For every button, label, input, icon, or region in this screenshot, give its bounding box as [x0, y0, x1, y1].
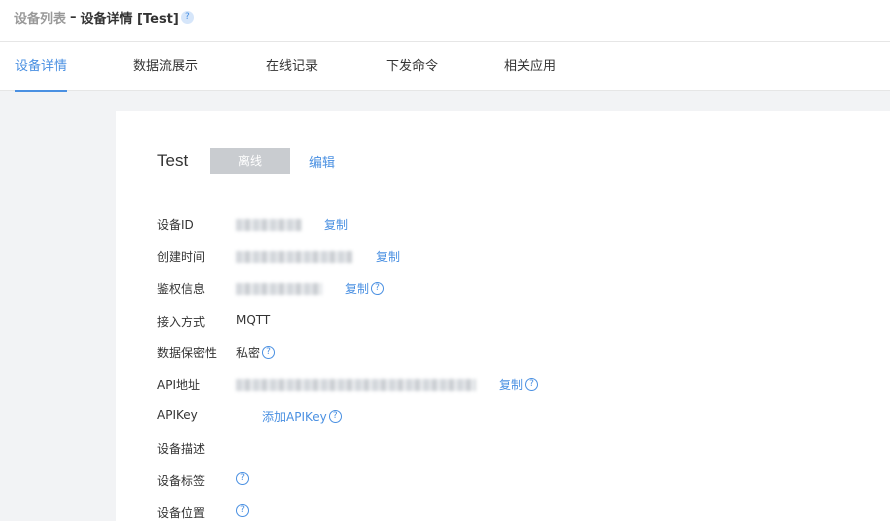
tab-bar: 设备详情 数据流展示 在线记录 下发命令 相关应用: [0, 42, 890, 92]
tab-related-apps[interactable]: 相关应用: [504, 42, 556, 91]
created-time-redacted: [236, 250, 352, 263]
breadcrumb-current-page: 设备详情 [Test]: [80, 12, 179, 27]
created-time-value: 复制: [236, 248, 400, 265]
description-label: 设备描述: [157, 442, 206, 456]
api-key-label: APIKey: [157, 408, 198, 422]
access-method-value: MQTT: [236, 313, 270, 327]
tab-online-records[interactable]: 在线记录: [266, 42, 318, 91]
access-method-label: 接入方式: [157, 315, 206, 329]
breadcrumb-device-list-link[interactable]: 设备列表: [14, 8, 66, 27]
breadcrumb: 设备列表 – 设备详情 [Test] ?: [14, 8, 194, 27]
device-id-redacted: [236, 218, 302, 231]
help-icon[interactable]: ?: [180, 11, 194, 24]
tab-device-details[interactable]: 设备详情: [15, 42, 68, 92]
api-address-help-icon[interactable]: ?: [525, 378, 539, 391]
api-address-label: API地址: [157, 378, 200, 392]
tags-help-icon[interactable]: ?: [236, 472, 249, 485]
edit-link[interactable]: 编辑: [309, 152, 335, 171]
copy-api-address-button[interactable]: 复制: [499, 376, 523, 393]
auth-info-redacted: [236, 282, 322, 295]
device-id-value: 复制: [236, 216, 348, 233]
data-privacy-label: 数据保密性: [157, 346, 218, 360]
auth-info-label: 鉴权信息: [157, 282, 206, 296]
api-address-value: 复制 ?: [236, 376, 539, 393]
status-badge: 离线: [210, 148, 290, 174]
tags-value: ?: [236, 472, 249, 485]
api-key-help-icon[interactable]: ?: [328, 410, 342, 423]
tab-send-command[interactable]: 下发命令: [386, 42, 438, 91]
auth-info-value: 复制 ?: [236, 280, 385, 297]
device-id-label: 设备ID: [157, 218, 194, 232]
add-api-key-button[interactable]: 添加APIKey: [262, 408, 327, 425]
top-bar: 设备列表 – 设备详情 [Test] ?: [0, 0, 890, 42]
created-time-label: 创建时间: [157, 250, 206, 264]
access-method-text: MQTT: [236, 313, 271, 327]
location-help-icon[interactable]: ?: [236, 504, 249, 517]
auth-info-help-icon[interactable]: ?: [371, 282, 385, 295]
api-address-redacted: [236, 378, 476, 391]
copy-auth-info-button[interactable]: 复制: [345, 280, 369, 297]
tab-data-streams[interactable]: 数据流展示: [133, 42, 198, 91]
tags-label: 设备标签: [157, 474, 206, 488]
location-label: 设备位置: [157, 506, 206, 520]
data-privacy-help-icon[interactable]: ?: [262, 346, 276, 359]
data-privacy-text: 私密: [236, 346, 261, 360]
data-privacy-value: 私密 ?: [236, 344, 276, 361]
copy-device-id-button[interactable]: 复制: [324, 216, 348, 233]
breadcrumb-separator: –: [70, 10, 77, 25]
copy-created-time-button[interactable]: 复制: [376, 248, 400, 265]
location-value: ?: [236, 504, 249, 517]
api-key-value: 添加APIKey ?: [262, 408, 342, 425]
device-name: Test: [157, 151, 189, 170]
